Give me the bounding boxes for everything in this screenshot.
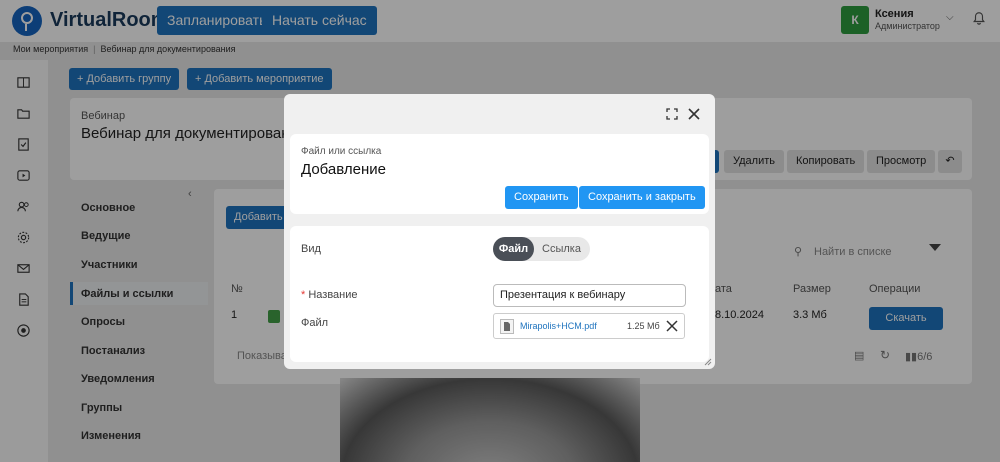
resize-handle-icon[interactable] [704,358,712,366]
name-input[interactable]: Презентация к вебинару [493,284,686,307]
fullscreen-icon[interactable] [666,108,678,120]
file-attachment: Mirapolis+HCM.pdf 1.25 Мб [493,313,685,339]
close-icon[interactable] [688,108,700,120]
dialog-title: Добавление [301,161,386,178]
name-label: Название [308,289,358,301]
file-size: 1.25 Мб [627,321,660,331]
type-option-link[interactable]: Ссылка [542,237,581,261]
file-name-link[interactable]: Mirapolis+HCM.pdf [520,321,597,331]
dialog-header [284,94,715,134]
file-label: Файл [301,317,329,329]
required-marker: * [301,289,306,301]
type-option-file[interactable]: Файл [493,237,534,261]
file-icon [500,319,514,334]
dialog-subtitle: Файл или ссылка [301,146,382,157]
type-label: Вид [301,243,321,255]
remove-file-icon[interactable] [666,320,678,332]
save-and-close-button[interactable]: Сохранить и закрыть [579,186,705,209]
save-button[interactable]: Сохранить [505,186,578,209]
type-toggle: Файл Ссылка [493,237,590,261]
name-label-row: * Название [301,289,358,301]
